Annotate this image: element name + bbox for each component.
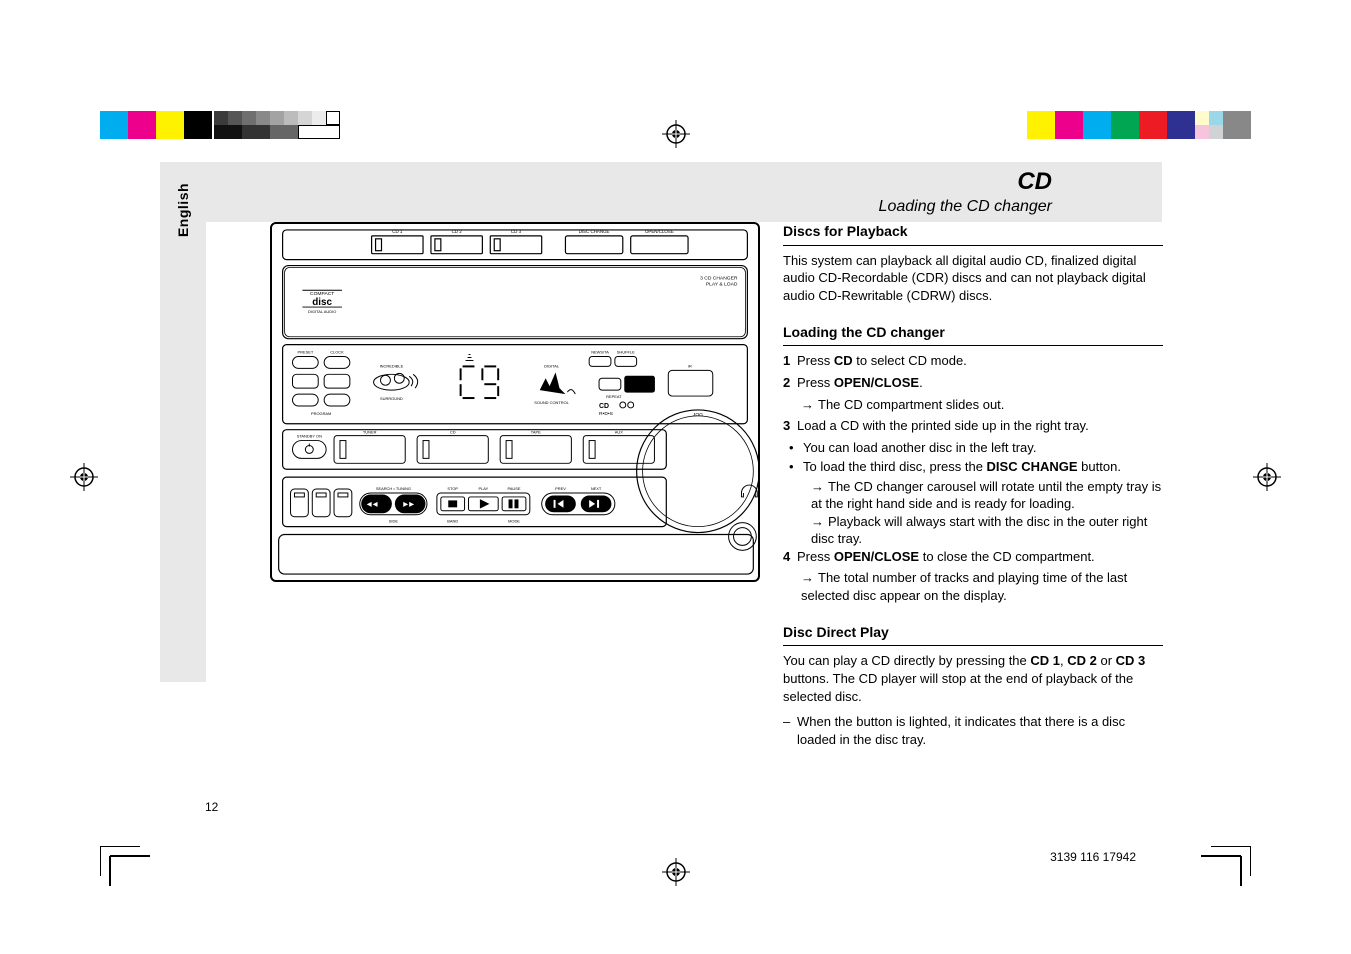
registration-mark-right: [1253, 463, 1281, 491]
svg-text:PROGRAM: PROGRAM: [311, 411, 331, 416]
step-2-result: The CD compartment slides out.: [783, 396, 1163, 414]
section-title-loading: Loading the CD changer: [783, 323, 1163, 342]
discs-body: This system can playback all digital aud…: [783, 252, 1163, 305]
page-title: CD: [1017, 168, 1052, 196]
step-4: 4Press OPEN/CLOSE to close the CD compar…: [783, 548, 1163, 566]
svg-text:STANDBY ON: STANDBY ON: [297, 434, 322, 439]
svg-text:SOUND CONTROL: SOUND CONTROL: [534, 400, 569, 405]
product-diagram: CD 1 CD 2 CD 3 DISC CHANGE OPEN/CLOSE 3 …: [270, 222, 760, 582]
svg-text:DIGITAL AUDIO: DIGITAL AUDIO: [308, 309, 336, 314]
svg-text:PAUSE: PAUSE: [507, 486, 520, 491]
svg-text:PREV: PREV: [555, 486, 566, 491]
svg-text:CD 2: CD 2: [452, 229, 463, 234]
svg-text:CD: CD: [450, 430, 456, 435]
svg-text:STOP: STOP: [447, 486, 458, 491]
divider: [783, 245, 1163, 246]
bullet-third-disc: To load the third disc, press the DISC C…: [793, 458, 1163, 476]
svg-text:SEARCH • TUNING: SEARCH • TUNING: [376, 486, 411, 491]
section-title-discs: Discs for Playback: [783, 222, 1163, 241]
svg-text:SHUFFLE: SHUFFLE: [617, 350, 635, 355]
svg-text:DIGITAL: DIGITAL: [544, 363, 560, 368]
svg-text:REPEAT: REPEAT: [606, 394, 622, 399]
direct-play-body: You can play a CD directly by pressing t…: [783, 652, 1163, 705]
bullet-rotate-result: The CD changer carousel will rotate unti…: [811, 478, 1163, 513]
svg-text:INCREDIBLE: INCREDIBLE: [380, 363, 404, 368]
step-1: 1Press CD to select CD mode.: [783, 352, 1163, 370]
crop-bracket-bl: [100, 846, 156, 891]
svg-text:CD: CD: [599, 403, 609, 410]
svg-text:BAND: BAND: [447, 519, 458, 524]
registration-mark-left: [70, 463, 98, 491]
svg-text:R•D•S: R•D•S: [599, 411, 614, 417]
page-subtitle: Loading the CD changer: [879, 198, 1052, 216]
crop-bracket-br: [1195, 846, 1251, 891]
svg-text:CD 3: CD 3: [511, 229, 522, 234]
step-3: 3Load a CD with the printed side up in t…: [783, 417, 1163, 435]
svg-text:TUNER: TUNER: [363, 430, 377, 435]
print-colorbar-left: [100, 111, 340, 139]
language-label: English: [175, 183, 191, 237]
svg-text:JOG: JOG: [693, 412, 703, 418]
svg-text:CLOCK: CLOCK: [330, 350, 344, 355]
svg-text:NEXT: NEXT: [591, 486, 602, 491]
section-title-direct: Disc Direct Play: [783, 623, 1163, 642]
step-4-result: The total number of tracks and playing t…: [783, 569, 1163, 604]
svg-text:iR: iR: [688, 363, 692, 368]
svg-text:3 CD CHANGER: 3 CD CHANGER: [700, 275, 738, 281]
page-header: CD Loading the CD changer: [160, 162, 1162, 222]
step-2: 2Press OPEN/CLOSE.: [783, 374, 1163, 392]
print-colorbar-right: [1027, 111, 1251, 139]
instruction-column: Discs for Playback This system can playb…: [783, 222, 1163, 748]
page-number: 12: [205, 800, 218, 814]
svg-text:disc: disc: [312, 297, 332, 308]
bullet-playback-result: Playback will always start with the disc…: [811, 513, 1163, 548]
divider: [783, 345, 1163, 346]
svg-text:AUX: AUX: [615, 430, 623, 435]
svg-text:DISC CHANGE: DISC CHANGE: [579, 229, 610, 234]
svg-text:NEWS/TA: NEWS/TA: [591, 350, 609, 355]
svg-text:SIDE: SIDE: [389, 519, 399, 524]
svg-text:OPEN/CLOSE: OPEN/CLOSE: [645, 229, 674, 234]
svg-text:PRESET: PRESET: [297, 350, 313, 355]
document-code: 3139 116 17942: [1050, 850, 1136, 864]
registration-mark-top: [662, 120, 690, 148]
bullet-load-left: You can load another disc in the left tr…: [793, 439, 1163, 457]
registration-mark-bottom: [662, 858, 690, 886]
svg-text:TAPE: TAPE: [531, 430, 541, 435]
divider: [783, 645, 1163, 646]
language-tab: English: [160, 162, 206, 682]
direct-play-note: When the button is lighted, it indicates…: [783, 713, 1163, 748]
svg-text:MODE: MODE: [508, 519, 520, 524]
svg-text:PLAY: PLAY: [478, 486, 488, 491]
svg-text:PLAY & LOAD: PLAY & LOAD: [706, 281, 738, 287]
svg-text:CD 1: CD 1: [392, 229, 403, 234]
svg-text:SURROUND: SURROUND: [380, 396, 403, 401]
